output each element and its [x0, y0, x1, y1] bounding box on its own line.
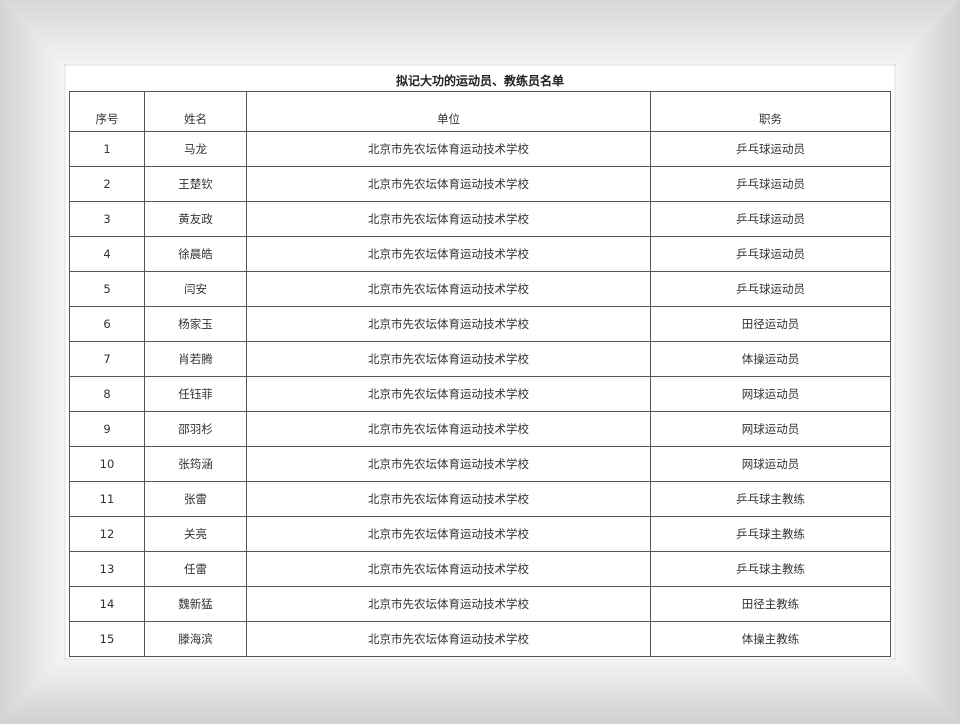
cell-unit: 北京市先农坛体育运动技术学校 [246, 236, 651, 272]
frame-bevel-left [0, 0, 64, 724]
cell-index: 7 [69, 341, 145, 377]
cell-index: 8 [69, 376, 145, 412]
frame-bevel-bottom [0, 660, 960, 724]
table-row: 10 张筠涵 北京市先农坛体育运动技术学校 网球运动员 [69, 446, 891, 482]
table-row: 3 黄友政 北京市先农坛体育运动技术学校 乒乓球运动员 [69, 201, 891, 237]
cell-name: 张雷 [144, 481, 247, 517]
table-row: 6 杨家玉 北京市先农坛体育运动技术学校 田径运动员 [69, 306, 891, 342]
header-index: 序号 [69, 91, 145, 132]
header-position: 职务 [650, 91, 891, 132]
cell-index: 2 [69, 166, 145, 202]
table-row: 2 王楚钦 北京市先农坛体育运动技术学校 乒乓球运动员 [69, 166, 891, 202]
cell-unit: 北京市先农坛体育运动技术学校 [246, 271, 651, 307]
cell-name: 徐晨皓 [144, 236, 247, 272]
cell-unit: 北京市先农坛体育运动技术学校 [246, 306, 651, 342]
table-row: 11 张雷 北京市先农坛体育运动技术学校 乒乓球主教练 [69, 481, 891, 517]
header-name: 姓名 [144, 91, 247, 132]
roster-table: 序号 姓名 单位 职务 1 马龙 北京市先农坛体育运动技术学校 乒乓球运动员 2 王楚钦北… [69, 91, 891, 657]
cell-index: 1 [69, 131, 145, 167]
cell-position: 乒乓球运动员 [650, 271, 891, 307]
table-header-row: 序号 姓名 单位 职务 [69, 91, 891, 132]
table-body: 1 马龙 北京市先农坛体育运动技术学校 乒乓球运动员 2 王楚钦 北京市先农坛体育运动技术学… [69, 131, 891, 657]
table-row: 1 马龙 北京市先农坛体育运动技术学校 乒乓球运动员 [69, 131, 891, 167]
cell-position: 乒乓球运动员 [650, 166, 891, 202]
frame-bevel-right [896, 0, 960, 724]
cell-index: 4 [69, 236, 145, 272]
cell-index: 10 [69, 446, 145, 482]
cell-position: 田径主教练 [650, 586, 891, 622]
cell-unit: 北京市先农坛体育运动技术学校 [246, 516, 651, 552]
cell-index: 15 [69, 621, 145, 657]
cell-position: 田径运动员 [650, 306, 891, 342]
cell-position: 乒乓球主教练 [650, 551, 891, 587]
cell-name: 滕海滨 [144, 621, 247, 657]
cell-position: 网球运动员 [650, 411, 891, 447]
cell-unit: 北京市先农坛体育运动技术学校 [246, 586, 651, 622]
cell-name: 杨家玉 [144, 306, 247, 342]
cell-name: 肖若腾 [144, 341, 247, 377]
cell-index: 9 [69, 411, 145, 447]
cell-name: 关亮 [144, 516, 247, 552]
table-row: 7 肖若腾 北京市先农坛体育运动技术学校 体操运动员 [69, 341, 891, 377]
cell-index: 6 [69, 306, 145, 342]
cell-name: 闫安 [144, 271, 247, 307]
cell-unit: 北京市先农坛体育运动技术学校 [246, 131, 651, 167]
table-row: 5 闫安 北京市先农坛体育运动技术学校 乒乓球运动员 [69, 271, 891, 307]
cell-index: 14 [69, 586, 145, 622]
table-row: 8 任钰菲 北京市先农坛体育运动技术学校 网球运动员 [69, 376, 891, 412]
table-title: 拟记大功的运动员、教练员名单 [395, 74, 564, 88]
cell-position: 乒乓球运动员 [650, 201, 891, 237]
cell-unit: 北京市先农坛体育运动技术学校 [246, 376, 651, 412]
cell-position: 网球运动员 [650, 446, 891, 482]
cell-position: 网球运动员 [650, 376, 891, 412]
cell-position: 乒乓球运动员 [650, 131, 891, 167]
frame-bevel-top [0, 0, 960, 64]
table-row: 12 关亮 北京市先农坛体育运动技术学校 乒乓球主教练 [69, 516, 891, 552]
cell-name: 马龙 [144, 131, 247, 167]
cell-name: 王楚钦 [144, 166, 247, 202]
header-unit: 单位 [246, 91, 651, 132]
table-row: 13 任雷 北京市先农坛体育运动技术学校 乒乓球主教练 [69, 551, 891, 587]
document-panel: 拟记大功的运动员、教练员名单 序号 姓名 单位 职务 1 马龙 北京市先农坛体育运动… [64, 64, 896, 660]
cell-position: 乒乓球主教练 [650, 481, 891, 517]
cell-position: 体操运动员 [650, 341, 891, 377]
cell-name: 魏新猛 [144, 586, 247, 622]
cell-index: 11 [69, 481, 145, 517]
table-row: 4 徐晨皓 北京市先农坛体育运动技术学校 乒乓球运动员 [69, 236, 891, 272]
cell-name: 任钰菲 [144, 376, 247, 412]
cell-name: 黄友政 [144, 201, 247, 237]
cell-index: 12 [69, 516, 145, 552]
cell-unit: 北京市先农坛体育运动技术学校 [246, 446, 651, 482]
cell-name: 任雷 [144, 551, 247, 587]
cell-position: 体操主教练 [650, 621, 891, 657]
cell-unit: 北京市先农坛体育运动技术学校 [246, 621, 651, 657]
cell-name: 张筠涵 [144, 446, 247, 482]
cell-unit: 北京市先农坛体育运动技术学校 [246, 551, 651, 587]
table-row: 14 魏新猛 北京市先农坛体育运动技术学校 田径主教练 [69, 586, 891, 622]
picture-frame: 拟记大功的运动员、教练员名单 序号 姓名 单位 职务 1 马龙 北京市先农坛体育运动… [0, 0, 960, 724]
cell-unit: 北京市先农坛体育运动技术学校 [246, 481, 651, 517]
cell-index: 13 [69, 551, 145, 587]
table-row: 15 滕海滨 北京市先农坛体育运动技术学校 体操主教练 [69, 621, 891, 657]
cell-unit: 北京市先农坛体育运动技术学校 [246, 341, 651, 377]
cell-unit: 北京市先农坛体育运动技术学校 [246, 201, 651, 237]
cell-index: 5 [69, 271, 145, 307]
cell-unit: 北京市先农坛体育运动技术学校 [246, 411, 651, 447]
cell-position: 乒乓球主教练 [650, 516, 891, 552]
cell-position: 乒乓球运动员 [650, 236, 891, 272]
cell-index: 3 [69, 201, 145, 237]
cell-name: 邵羽杉 [144, 411, 247, 447]
cell-unit: 北京市先农坛体育运动技术学校 [246, 166, 651, 202]
table-row: 9 邵羽杉 北京市先农坛体育运动技术学校 网球运动员 [69, 411, 891, 447]
